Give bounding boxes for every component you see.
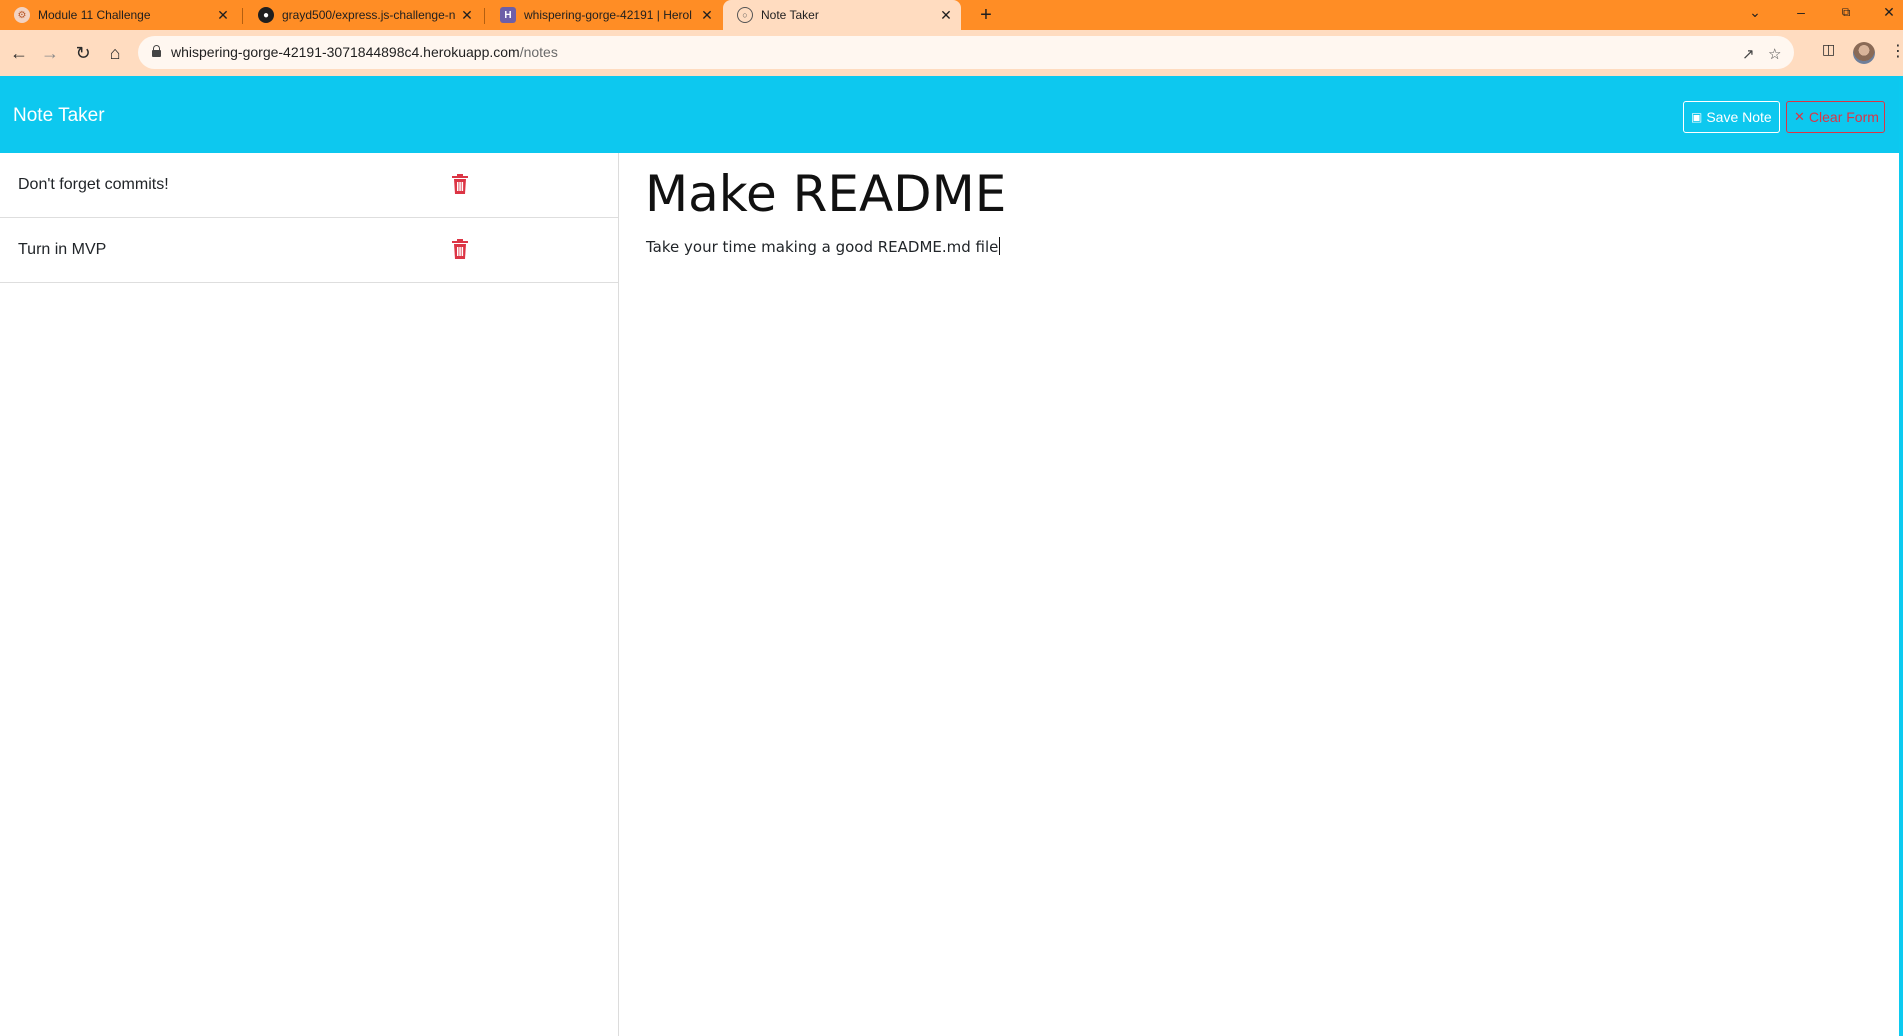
browser-tab[interactable]: ⚙ Module 11 Challenge ✕ [0,0,238,30]
tab-title: Module 11 Challenge [38,8,151,22]
home-icon[interactable]: ⌂ [103,41,127,65]
tab-title: Note Taker [761,8,819,22]
address-bar[interactable]: whispering-gorge-42191-3071844898c4.hero… [138,36,1794,69]
app-brand[interactable]: Note Taker [13,105,105,127]
globe-favicon-icon: ○ [737,7,753,23]
tab-separator [484,8,485,24]
address-url[interactable]: whispering-gorge-42191-3071844898c4.hero… [171,44,558,60]
side-panel-icon[interactable]: ◫ [1822,41,1835,58]
menu-kebab-icon[interactable]: ⋮ [1890,41,1903,61]
github-favicon-icon: ● [258,7,274,23]
browser-tab-strip: ⚙ Module 11 Challenge ✕ ● grayd500/expre… [0,0,1903,30]
note-list-title: Turn in MVP [18,241,107,258]
close-tab-icon[interactable]: ✕ [937,6,955,24]
close-window-icon[interactable]: ✕ [1872,0,1903,26]
text-caret [999,237,1001,255]
browser-tab[interactable]: H whispering-gorge-42191 | Herol ✕ [486,0,722,30]
save-note-label: Save Note [1706,109,1772,125]
app-navbar: Note Taker ▣ Save Note ✕ Clear Form [0,76,1899,153]
note-list: Don't forget commits! Turn in MVP [0,153,619,1036]
url-host: whispering-gorge-42191-3071844898c4.hero… [171,44,520,60]
clear-form-button[interactable]: ✕ Clear Form [1786,101,1885,133]
bookmark-star-icon[interactable]: ☆ [1768,45,1781,63]
share-icon[interactable]: ↗ [1742,45,1755,63]
floppy-disk-icon: ▣ [1691,110,1703,124]
browser-tab[interactable]: ● grayd500/express.js-challenge-n ✕ [244,0,482,30]
tab-separator [242,8,243,24]
browser-tab-active[interactable]: ○ Note Taker ✕ [723,0,961,30]
back-arrow-icon[interactable]: ← [7,41,31,65]
bootcamp-favicon-icon: ⚙ [14,7,30,23]
lock-icon [152,45,161,57]
heroku-favicon-icon: H [500,7,516,23]
trash-delete-icon[interactable] [451,239,469,259]
profile-avatar[interactable] [1853,42,1875,64]
note-title-input[interactable]: Make README [645,165,1006,223]
browser-toolbar: ← → ↻ ⌂ whispering-gorge-42191-307184489… [0,30,1903,76]
new-tab-plus-icon[interactable]: + [975,4,997,26]
minimize-window-icon[interactable]: – [1784,0,1818,26]
close-tab-icon[interactable]: ✕ [214,6,232,24]
close-tab-icon[interactable]: ✕ [698,6,716,24]
save-note-button[interactable]: ▣ Save Note [1683,101,1780,133]
forward-arrow-icon[interactable]: → [38,41,62,65]
note-text-content: Take your time making a good README.md f… [646,238,999,256]
close-tab-icon[interactable]: ✕ [458,6,476,24]
restore-window-icon[interactable]: ⧉ [1829,0,1863,26]
tab-title: whispering-gorge-42191 | Herol [524,8,692,22]
reload-icon[interactable]: ↻ [71,41,95,65]
page-scrollbar[interactable] [1899,76,1903,1036]
note-editor: Make README Take your time making a good… [620,153,1899,1036]
note-taker-app: Note Taker ▣ Save Note ✕ Clear Form Don'… [0,76,1903,1036]
tab-title: grayd500/express.js-challenge-n [282,8,456,22]
note-list-item[interactable]: Turn in MVP [0,218,618,283]
note-list-item[interactable]: Don't forget commits! [0,153,618,218]
clear-form-label: Clear Form [1808,109,1879,125]
url-path: /notes [519,44,558,60]
trash-delete-icon[interactable] [451,174,469,194]
tab-search-chevron-icon[interactable]: ⌄ [1738,0,1772,26]
note-list-title: Don't forget commits! [18,176,169,193]
note-text-area[interactable]: Take your time making a good README.md f… [646,237,1001,256]
x-icon: ✕ [1794,109,1805,124]
